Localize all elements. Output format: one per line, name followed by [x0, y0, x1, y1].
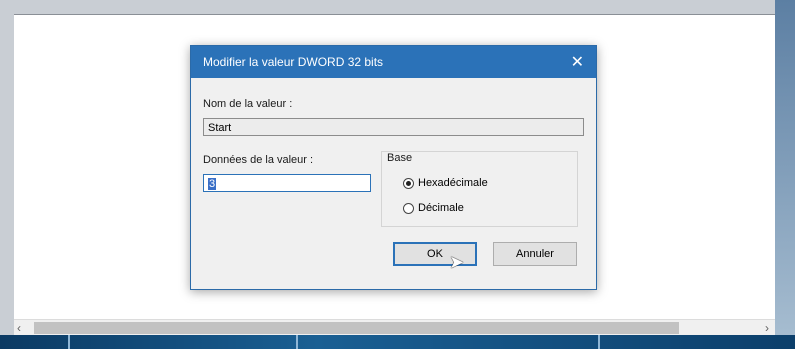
scroll-right-icon[interactable]: ›	[765, 320, 769, 336]
desktop-edge	[775, 0, 795, 349]
mouse-pointer-icon: ➤	[449, 252, 465, 272]
close-icon[interactable]: ✕	[571, 52, 584, 72]
value-data-text: 3	[208, 178, 217, 190]
value-name-field: Start	[203, 118, 584, 136]
radio-decimal[interactable]: Décimale	[403, 202, 464, 214]
taskbar-divider	[598, 335, 600, 349]
value-data-input[interactable]: 3	[203, 174, 371, 192]
dialog-titlebar: Modifier la valeur DWORD 32 bits ✕	[191, 46, 596, 78]
radio-hexadecimal-label: Hexadécimale	[418, 177, 488, 189]
radio-selected-icon	[403, 177, 414, 189]
taskbar-divider	[296, 335, 298, 349]
scroll-left-icon[interactable]: ‹	[17, 320, 21, 336]
radio-hexadecimal[interactable]: Hexadécimale	[403, 177, 488, 189]
taskbar-divider	[68, 335, 70, 349]
dialog-title: Modifier la valeur DWORD 32 bits	[203, 55, 384, 69]
radio-decimal-label: Décimale	[418, 202, 464, 214]
ok-button[interactable]: OK	[393, 242, 477, 266]
value-name-label: Nom de la valeur :	[203, 98, 293, 110]
horizontal-scrollbar[interactable]: ‹ ›	[14, 319, 775, 336]
edit-dword-dialog: Modifier la valeur DWORD 32 bits ✕ Nom d…	[190, 45, 597, 290]
cancel-button[interactable]: Annuler	[493, 242, 577, 266]
radio-unselected-icon	[403, 202, 414, 214]
base-group-label: Base	[387, 152, 413, 164]
taskbar	[0, 335, 795, 349]
value-data-label: Données de la valeur :	[203, 154, 314, 166]
scroll-thumb[interactable]	[34, 322, 679, 334]
